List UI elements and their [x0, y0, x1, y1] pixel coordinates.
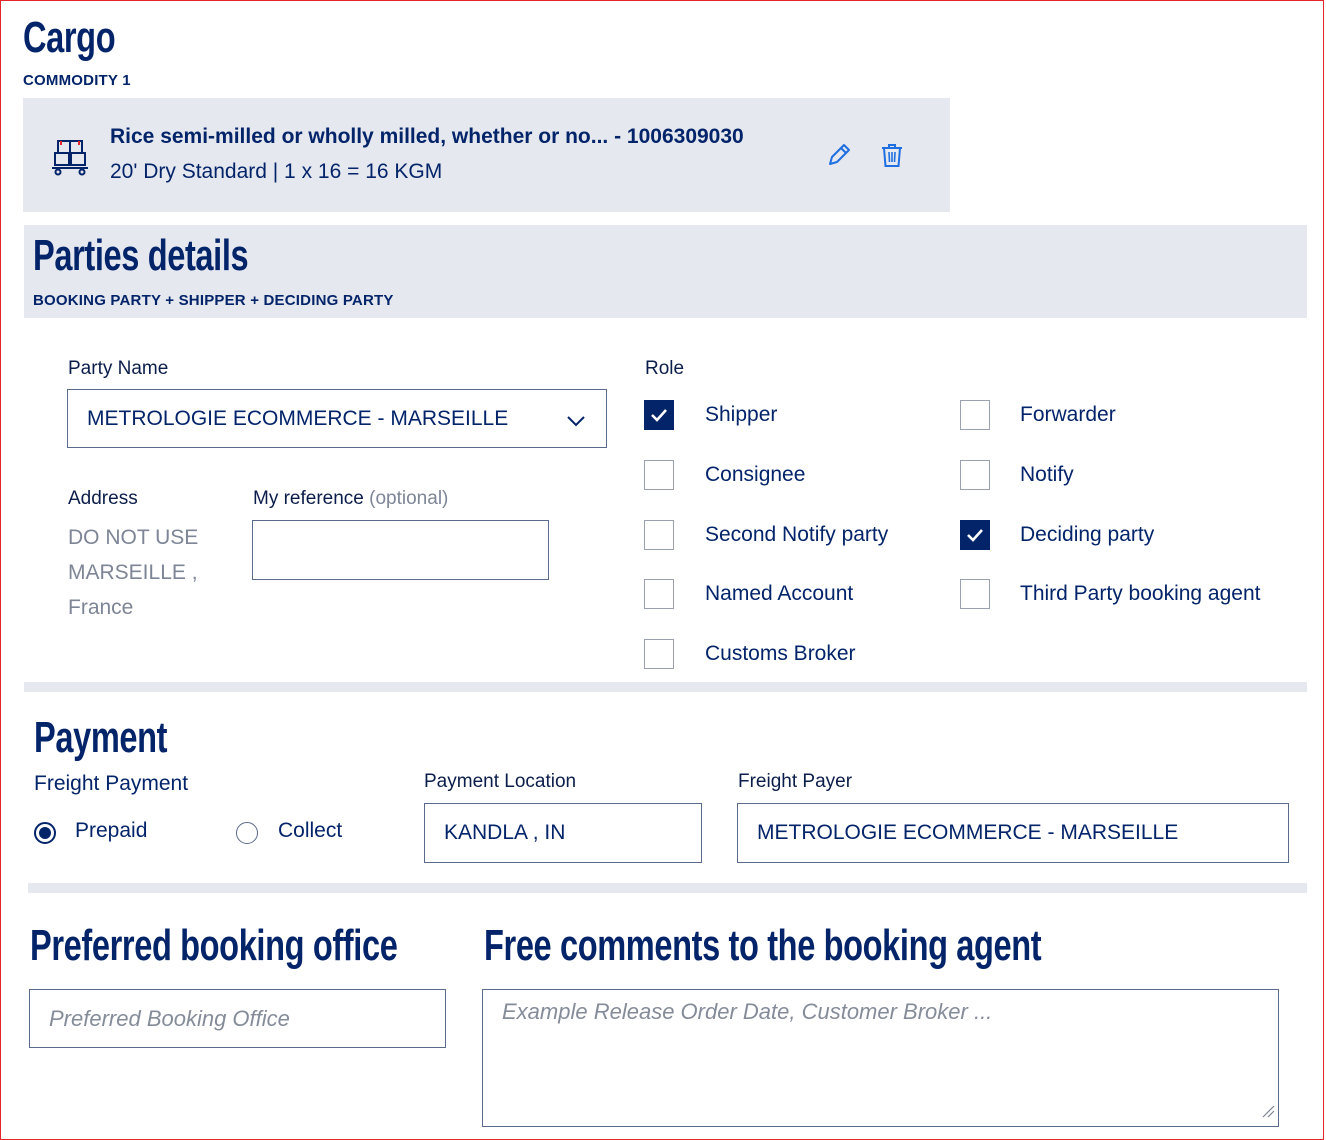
party-name-value: METROLOGIE ECOMMERCE - MARSEILLE: [87, 406, 509, 430]
parties-title: Parties details: [33, 231, 249, 280]
section-divider-2: [28, 883, 1307, 893]
role-customs-broker-checkbox[interactable]: [644, 639, 674, 669]
reference-optional: (optional): [369, 488, 449, 509]
booking-office-input[interactable]: Preferred Booking Office: [29, 989, 446, 1048]
booking-office-title: Preferred booking office: [30, 921, 398, 970]
role-named-account-label: Named Account: [705, 582, 854, 605]
address-line-1: DO NOT USE: [68, 526, 199, 549]
collect-label: Collect: [278, 819, 343, 842]
address-line-2: MARSEILLE ,: [68, 561, 198, 584]
payment-location-value: KANDLA , IN: [444, 821, 566, 844]
role-forwarder-label: Forwarder: [1020, 403, 1116, 426]
commodity-details: 20' Dry Standard | 1 x 16 = 16 KGM: [110, 160, 443, 183]
parties-subtitle: BOOKING PARTY + SHIPPER + DECIDING PARTY: [33, 292, 394, 309]
reference-input[interactable]: [252, 520, 549, 580]
role-notify-checkbox[interactable]: [960, 460, 990, 490]
booking-office-placeholder: Preferred Booking Office: [49, 1005, 290, 1031]
role-label: Role: [645, 358, 685, 379]
check-icon: [967, 529, 983, 542]
role-notify-label: Notify: [1020, 463, 1074, 486]
comments-placeholder: Example Release Order Date, Customer Bro…: [502, 999, 993, 1024]
reference-label-text: My reference: [253, 488, 364, 509]
address-line-3: France: [68, 596, 134, 619]
commodity-label: COMMODITY 1: [23, 72, 131, 89]
payment-location-label: Payment Location: [424, 771, 577, 792]
freight-payer-label: Freight Payer: [738, 771, 853, 792]
role-third-party-agent-checkbox[interactable]: [960, 579, 990, 609]
role-consignee-label: Consignee: [705, 463, 806, 486]
resize-handle-icon[interactable]: [1261, 1104, 1275, 1123]
role-second-notify-checkbox[interactable]: [644, 520, 674, 550]
party-name-label: Party Name: [68, 358, 169, 379]
pencil-icon[interactable]: [826, 142, 852, 173]
role-consignee-checkbox[interactable]: [644, 460, 674, 490]
role-shipper-checkbox[interactable]: [644, 400, 674, 430]
role-deciding-party-checkbox[interactable]: [960, 520, 990, 550]
trash-icon[interactable]: [881, 143, 903, 174]
role-third-party-agent-label: Third Party booking agent: [1020, 582, 1261, 605]
cargo-boxes-icon: [50, 135, 90, 182]
reference-label: My reference (optional): [253, 488, 448, 510]
role-customs-broker-label: Customs Broker: [705, 642, 856, 665]
role-shipper-label: Shipper: [705, 403, 778, 426]
commodity-description: Rice semi-milled or wholly milled, wheth…: [110, 125, 744, 148]
collect-radio[interactable]: [236, 822, 258, 844]
prepaid-label: Prepaid: [75, 819, 148, 842]
address-label: Address: [68, 488, 138, 509]
payment-title: Payment: [34, 713, 168, 762]
freight-payment-label: Freight Payment: [34, 772, 189, 795]
address-value: DO NOT USE MARSEILLE , France: [68, 520, 198, 625]
freight-payer-value: METROLOGIE ECOMMERCE - MARSEILLE: [757, 821, 1179, 844]
prepaid-radio[interactable]: [34, 822, 56, 844]
role-forwarder-checkbox[interactable]: [960, 400, 990, 430]
check-icon: [651, 409, 667, 422]
party-name-select[interactable]: METROLOGIE ECOMMERCE - MARSEILLE: [67, 389, 607, 448]
freight-payer-input[interactable]: METROLOGIE ECOMMERCE - MARSEILLE: [737, 803, 1289, 863]
role-second-notify-label: Second Notify party: [705, 523, 889, 546]
comments-title: Free comments to the booking agent: [484, 921, 1042, 970]
comments-textarea[interactable]: Example Release Order Date, Customer Bro…: [482, 989, 1279, 1127]
section-divider: [24, 682, 1307, 692]
role-deciding-party-label: Deciding party: [1020, 523, 1155, 546]
cargo-title: Cargo: [23, 13, 116, 62]
role-named-account-checkbox[interactable]: [644, 579, 674, 609]
chevron-down-icon: [566, 410, 586, 434]
payment-location-input[interactable]: KANDLA , IN: [424, 803, 702, 863]
commodity-card: Rice semi-milled or wholly milled, wheth…: [23, 98, 950, 212]
